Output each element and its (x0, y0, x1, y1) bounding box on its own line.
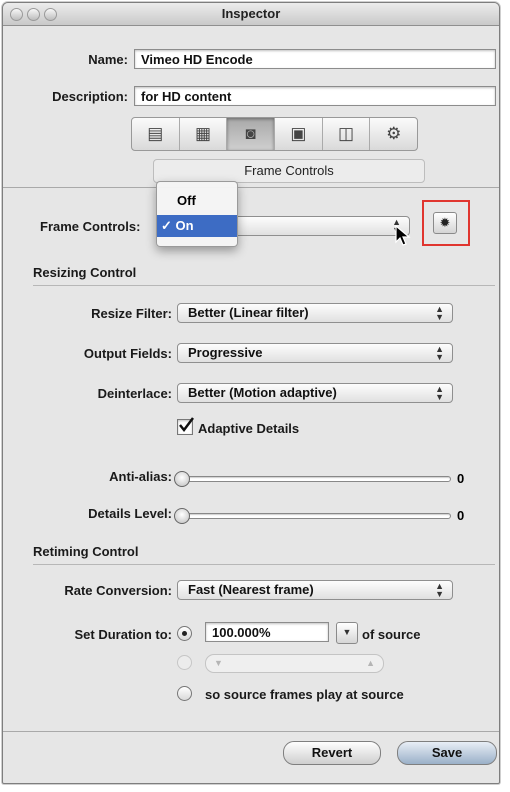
anti-alias-label: Anti-alias: (109, 469, 172, 484)
rate-conversion-popup[interactable]: Fast (Nearest frame) ▲ ▼ (177, 580, 453, 600)
save-button[interactable]: Save (397, 741, 497, 765)
source-frames-radio[interactable] (177, 686, 192, 701)
popup-arrows-icon: ▲▼ (435, 344, 444, 362)
name-label: Name: (88, 52, 128, 67)
chevron-down-icon: ▼ (342, 627, 352, 637)
summary-icon[interactable]: ▤ (132, 118, 180, 150)
layers-icon[interactable]: ▣ (275, 118, 323, 150)
film-icon[interactable]: ▦ (180, 118, 228, 150)
gear-icon[interactable]: ⚙ (370, 118, 417, 150)
description-field[interactable]: for HD content (134, 86, 496, 106)
frame-controls-popup[interactable]: ▲▼ (227, 216, 410, 236)
section-divider (33, 564, 495, 565)
frame-controls-icon[interactable]: ◙ (227, 118, 276, 150)
rate-conversion-value: Fast (Nearest frame) (188, 582, 314, 597)
adaptive-details-label: Adaptive Details (198, 421, 300, 436)
gear-settings-button[interactable]: ✹ (433, 212, 457, 234)
duration-option-radio-disabled[interactable] (177, 655, 192, 670)
resize-filter-value: Better (Linear filter) (188, 305, 309, 320)
inspector-tab-bar: ▤ ▦ ◙ ▣ ◫ ⚙ (131, 117, 418, 151)
description-label: Description: (52, 89, 128, 104)
anti-alias-value: 0 (457, 471, 465, 486)
settings-highlight-box: ✹ (422, 200, 470, 246)
mouse-cursor-icon (395, 224, 411, 252)
section-divider (33, 285, 495, 286)
details-level-slider-knob[interactable] (174, 508, 190, 524)
set-duration-radio[interactable] (177, 626, 192, 641)
resizing-control-heading: Resizing Control (33, 265, 137, 280)
deinterlace-label: Deinterlace: (97, 386, 172, 401)
popup-arrows-icon: ▲▼ (435, 304, 444, 322)
resize-filter-popup[interactable]: Better (Linear filter) ▲ ▼ (177, 303, 453, 323)
duration-field[interactable]: 100.000% (205, 622, 329, 642)
popup-arrows-icon: ▲▼ (435, 581, 444, 599)
rate-conversion-label: Rate Conversion: (64, 583, 172, 598)
divider (3, 187, 499, 188)
menu-item-off[interactable]: Off (157, 190, 237, 212)
checkmark-icon (179, 417, 194, 433)
details-level-label: Details Level: (88, 506, 172, 521)
deinterlace-popup[interactable]: Better (Motion adaptive) ▲ ▼ (177, 383, 453, 403)
frame-controls-menu: Off ✓ On (156, 181, 238, 247)
popup-arrows-icon: ▲▼ (435, 384, 444, 402)
title-bar: Inspector (3, 3, 499, 26)
set-duration-label: Set Duration to: (74, 627, 173, 642)
deinterlace-value: Better (Motion adaptive) (188, 385, 337, 400)
output-fields-popup[interactable]: Progressive ▲ ▼ (177, 343, 453, 363)
footer-divider (3, 731, 499, 732)
anti-alias-slider-track[interactable] (177, 476, 451, 482)
output-fields-value: Progressive (188, 345, 263, 360)
resize-filter-label: Resize Filter: (91, 306, 172, 321)
frame-controls-label: Frame Controls: (40, 219, 141, 234)
window-title: Inspector (221, 6, 281, 21)
of-source-label: of source (362, 627, 421, 642)
adaptive-details-checkbox[interactable] (177, 417, 194, 435)
duration-option-popup-disabled[interactable]: ▼ ▲ (205, 654, 384, 673)
retiming-control-heading: Retiming Control (33, 544, 139, 559)
geometry-icon[interactable]: ◫ (323, 118, 371, 150)
duration-units-dropdown[interactable]: ▼ (336, 622, 358, 644)
output-fields-label: Output Fields: (83, 346, 172, 361)
menu-item-on[interactable]: ✓ On (157, 215, 237, 237)
menu-item-on-label: On (175, 218, 194, 233)
chevron-down-icon: ▼ (214, 658, 223, 668)
revert-button[interactable]: Revert (283, 741, 381, 765)
chevron-up-icon: ▲ (366, 658, 375, 668)
inspector-window: Inspector Name: Vimeo HD Encode Descript… (2, 2, 500, 784)
anti-alias-slider-knob[interactable] (174, 471, 190, 487)
active-tab-caption: Frame Controls (153, 159, 425, 183)
details-level-value: 0 (457, 508, 465, 523)
gear-icon: ✹ (439, 215, 451, 230)
source-frames-label: so source frames play at source (205, 687, 404, 702)
checkmark-icon: ✓ (161, 218, 172, 233)
name-field[interactable]: Vimeo HD Encode (134, 49, 496, 69)
details-level-slider-track[interactable] (177, 513, 451, 519)
